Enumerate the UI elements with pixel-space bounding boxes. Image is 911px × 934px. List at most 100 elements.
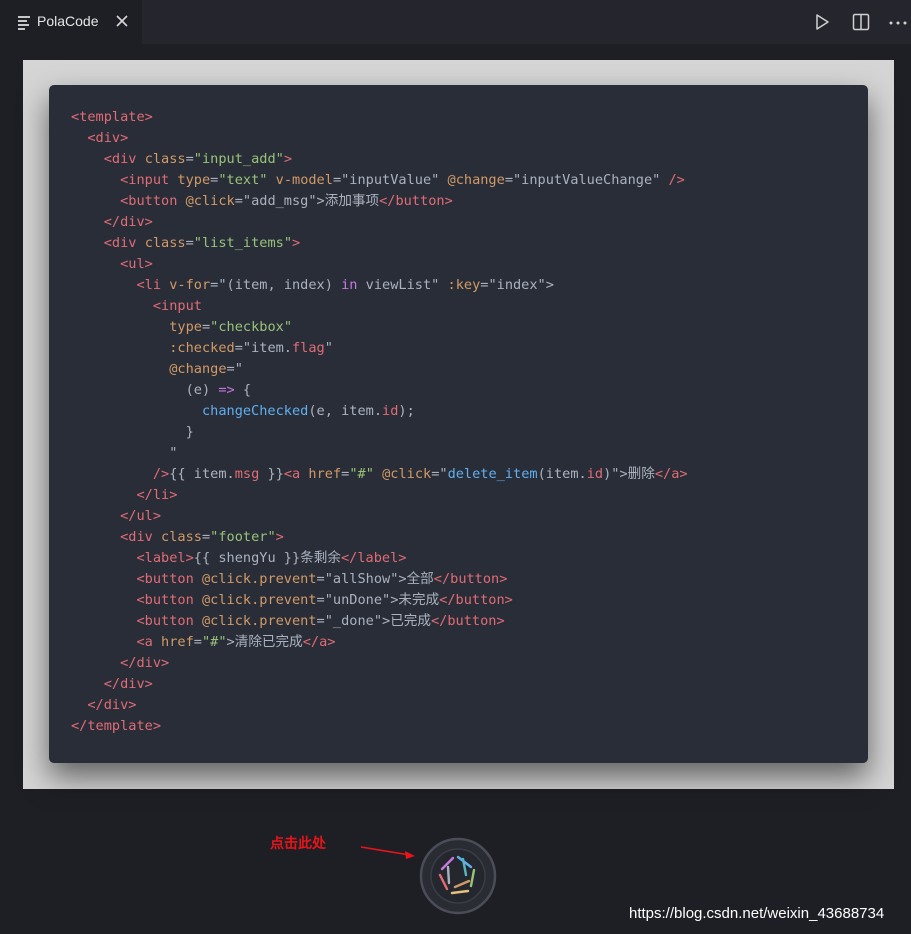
- code-line: </div>: [71, 653, 688, 674]
- code-token: "list_items": [193, 235, 293, 251]
- code-token: class: [144, 235, 186, 251]
- code-token: >: [275, 529, 284, 545]
- split-editor-icon[interactable]: [851, 12, 871, 32]
- code-line: <a href="#">清除已完成</a>: [71, 632, 688, 653]
- code-token: </button>: [379, 193, 453, 209]
- code-token: "footer": [210, 529, 276, 545]
- code-token: id: [382, 403, 399, 419]
- code-token: ="inputValueChange": [504, 172, 669, 188]
- code-line: @change=": [71, 359, 688, 380]
- code-line: type="checkbox": [71, 317, 688, 338]
- code-token: =: [185, 235, 194, 251]
- code-line: </template>: [71, 716, 688, 737]
- more-icon[interactable]: [888, 12, 908, 32]
- code-token: =: [201, 529, 211, 545]
- code-line: <div>: [71, 128, 688, 149]
- code-token: <a: [136, 634, 153, 650]
- run-icon[interactable]: [812, 12, 832, 32]
- code-token: =: [193, 634, 202, 650]
- code-token: {{ shengYu }}条剩余: [193, 550, 341, 566]
- code-token: (item.: [537, 466, 587, 482]
- code-token: >: [283, 151, 293, 167]
- code-token: (e, item.: [308, 403, 383, 419]
- code-token: )">删除: [603, 466, 655, 482]
- code-token: id: [586, 466, 604, 482]
- shutter-icon[interactable]: [419, 837, 497, 915]
- code-token: <button: [120, 193, 178, 209]
- tab-polacode[interactable]: PolaCode: [0, 0, 142, 44]
- code-line: <ul>: [71, 254, 688, 275]
- code-line: changeChecked(e, item.id);: [71, 401, 688, 422]
- code-line: <div class="list_items">: [71, 233, 688, 254]
- code-token: </button>: [433, 571, 508, 587]
- code-line: <input: [71, 296, 688, 317]
- code-token: viewList": [357, 277, 448, 293]
- code-token: >: [292, 235, 301, 251]
- code-token: <div>: [87, 130, 129, 146]
- code-token: :checked: [169, 340, 235, 356]
- code-token: </div>: [103, 676, 153, 692]
- code-token: ": [71, 445, 178, 461]
- code-line: />{{ item.msg }}<a href="#" @click="dele…: [71, 464, 688, 485]
- code-line: <li v-for="(item, index) in viewList" :k…: [71, 275, 688, 296]
- code-token: v-model: [275, 172, 333, 188]
- code-token: "#": [349, 466, 374, 482]
- code-token: <div: [103, 151, 137, 167]
- code-token: ="(item, index): [210, 277, 342, 293]
- code-token: <li: [136, 277, 162, 293]
- code-line: <button @click.prevent="unDone">未完成</but…: [71, 590, 688, 611]
- code-token: }}: [259, 466, 284, 482]
- code-token: "input_add": [193, 151, 284, 167]
- code-token: class: [144, 151, 186, 167]
- code-token: href: [308, 466, 342, 482]
- code-token: =": [226, 361, 243, 377]
- code-token: <a: [283, 466, 301, 482]
- arrow-icon: [360, 846, 415, 859]
- code-token: </template>: [71, 718, 162, 734]
- code-token: "text": [218, 172, 268, 188]
- code-token: type: [169, 319, 202, 335]
- code-token: </label>: [340, 550, 407, 566]
- code-token: );: [398, 403, 415, 419]
- code-line: <button @click="add_msg">添加事项</button>: [71, 191, 688, 212]
- code-line: <div class="input_add">: [71, 149, 688, 170]
- code-token: </div>: [87, 697, 137, 713]
- code-token: @click.prevent: [201, 592, 317, 608]
- code-token: {: [234, 382, 252, 398]
- code-token: </a>: [302, 634, 336, 650]
- lines-icon: [18, 16, 30, 30]
- code-line: </div>: [71, 212, 688, 233]
- code-window: <template> <div> <div class="input_add">…: [49, 85, 868, 763]
- code-token: ="inputValue": [332, 172, 448, 188]
- code-line: ": [71, 443, 688, 464]
- code-token: ="_done">已完成: [316, 613, 431, 629]
- close-icon[interactable]: [114, 13, 130, 29]
- code-token: in: [341, 277, 358, 293]
- code-token: <label>: [136, 550, 194, 566]
- code-token: "checkbox": [210, 319, 292, 335]
- code-token: @click.prevent: [201, 571, 317, 587]
- click-here-annotation: 点击此处: [270, 835, 326, 851]
- code-token: </button>: [431, 613, 505, 629]
- code-token: =": [431, 466, 448, 482]
